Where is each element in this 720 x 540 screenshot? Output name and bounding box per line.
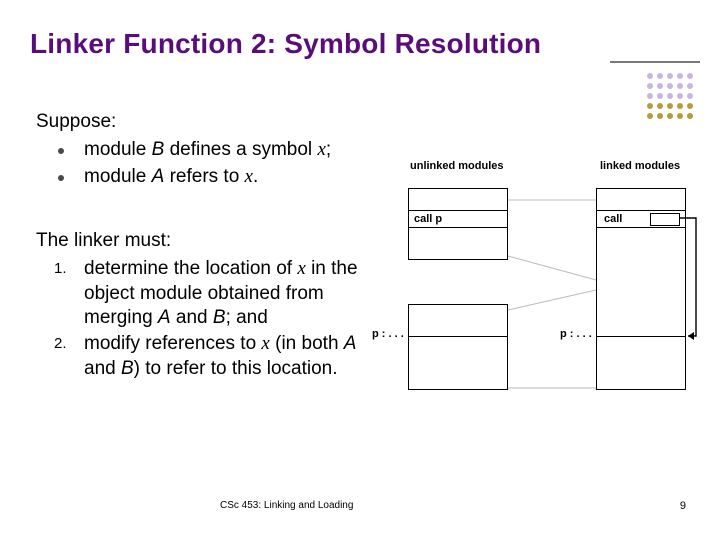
slide-title: Linker Function 2: Symbol Resolution bbox=[30, 28, 541, 60]
linker-lead: The linker must: bbox=[36, 229, 376, 253]
body-text: Suppose: module B defines a symbol x; mo… bbox=[36, 110, 376, 383]
linker-list: determine the location of x in the objec… bbox=[36, 257, 376, 381]
corner-dots-decoration bbox=[610, 60, 700, 130]
footer-course: CSc 453: Linking and Loading bbox=[220, 500, 353, 511]
suppose-list: module B defines a symbol x; module A re… bbox=[36, 138, 376, 189]
suppose-item-1: module B defines a symbol x; bbox=[36, 138, 376, 162]
linker-item-1: determine the location of x in the objec… bbox=[36, 257, 376, 330]
suppose-lead: Suppose: bbox=[36, 110, 376, 134]
text-p-def-left: p : . . . bbox=[372, 328, 404, 340]
footer-page-number: 9 bbox=[680, 500, 686, 512]
linker-item-2: modify references to x (in both A and B)… bbox=[36, 332, 376, 381]
arrow-call-to-p bbox=[400, 160, 700, 420]
suppose-item-2: module A refers to x. bbox=[36, 165, 376, 189]
slide: Linker Function 2: Symbol Resolution Sup… bbox=[0, 0, 720, 540]
diagram: unlinked modules linked modules call p p… bbox=[400, 160, 700, 420]
linker-block: The linker must: determine the location … bbox=[36, 229, 376, 381]
